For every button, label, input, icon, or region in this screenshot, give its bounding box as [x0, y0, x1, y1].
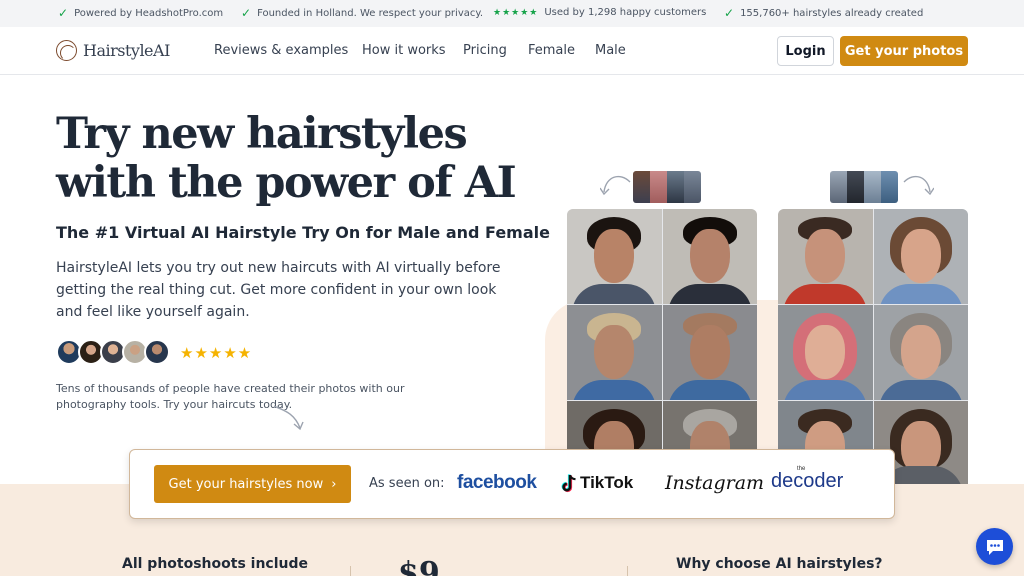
price: $9: [398, 556, 440, 576]
hero-description: HairstyleAI lets you try out new haircut…: [56, 260, 501, 320]
site-header: HairstyleAI Reviews & examples How it wo…: [0, 27, 1024, 75]
social-proof-text: Tens of thousands of people have created…: [56, 382, 405, 411]
trust-item-label: Powered by HeadshotPro.com: [74, 7, 224, 19]
why-choose-heading: Why choose AI hairstyles?: [676, 556, 883, 572]
logo[interactable]: HairstyleAI: [56, 40, 170, 61]
decoder-prefix: the: [797, 466, 806, 472]
trust-item-created: ✓ 155,760+ hairstyles already created: [724, 7, 923, 19]
male-hairstyle-grid: [567, 209, 757, 484]
thumbnail: [864, 171, 881, 203]
curved-arrow-icon: [273, 405, 304, 431]
hairstyle-photo: [873, 305, 968, 400]
rating-stars: ★★★★★: [180, 344, 253, 362]
decoder-label: decoder: [771, 470, 844, 492]
tiktok-label: TikTok: [580, 473, 634, 492]
tiktok-icon: [561, 473, 576, 492]
hairstyle-photo: [873, 209, 968, 304]
thumbnail: [633, 171, 650, 203]
divider: [350, 566, 351, 576]
trust-item-customers: ★★★★★ Used by 1,298 happy customers: [493, 7, 706, 18]
nav-how-it-works[interactable]: How it works: [362, 43, 446, 58]
logo-text: HairstyleAI: [83, 41, 170, 60]
as-seen-on-label: As seen on:: [369, 476, 445, 491]
hairstyle-photo: [662, 209, 757, 304]
check-icon: ✓: [241, 6, 252, 20]
check-icon: ✓: [724, 6, 735, 20]
trust-item-label: Used by 1,298 happy customers: [544, 7, 707, 18]
button-label: Get your hairstyles now: [168, 476, 324, 492]
customer-avatars: [56, 339, 170, 365]
hairstyle-photo: [567, 209, 662, 304]
thumbnail: [650, 171, 667, 203]
hairstyle-photo: [567, 305, 662, 400]
page-title: Try new hairstyles with the power of AI: [56, 110, 536, 208]
nav-pricing[interactable]: Pricing: [463, 43, 507, 58]
trust-bar: ✓ Powered by HeadshotPro.com ✓ Founded i…: [0, 0, 1024, 27]
title-line-2: with the power of AI: [56, 158, 517, 208]
check-icon: ✓: [58, 6, 69, 20]
divider: [627, 566, 628, 576]
thumbnail: [684, 171, 701, 203]
chevron-right-icon: ›: [331, 476, 337, 492]
title-line-1: Try new hairstyles: [56, 109, 468, 159]
curved-arrow-icon: [600, 175, 631, 196]
curved-arrow-icon: [903, 175, 934, 196]
hairstyle-photo: [778, 305, 873, 400]
chat-button[interactable]: [976, 528, 1013, 565]
photoshoots-include-heading: All photoshoots include: [122, 556, 309, 572]
facebook-logo: facebook: [457, 472, 537, 493]
tiktok-logo: TikTok: [561, 473, 633, 493]
hairstyle-photo: [662, 305, 757, 400]
as-seen-on-card: Get your hairstyles now › As seen on: fa…: [129, 449, 895, 519]
trust-item-label: 155,760+ hairstyles already created: [740, 7, 924, 19]
thumbnail: [667, 171, 684, 203]
trust-item-founded: ✓ Founded in Holland. We respect your pr…: [241, 7, 483, 19]
thumbnail: [830, 171, 847, 203]
hero-subtitle: The #1 Virtual AI Hairstyle Try On for M…: [56, 223, 550, 242]
logo-icon: [56, 40, 77, 61]
get-photos-button[interactable]: Get your photos: [840, 36, 968, 66]
decoder-logo: the decoder: [771, 466, 844, 493]
rating-stars: ★★★★★: [493, 7, 539, 18]
female-hairstyle-grid: [778, 209, 968, 484]
login-button[interactable]: Login: [777, 36, 834, 66]
nav-male[interactable]: Male: [595, 43, 626, 58]
female-thumbnails: [830, 171, 898, 203]
nav-female[interactable]: Female: [528, 43, 575, 58]
instagram-logo: Instagram: [665, 472, 765, 494]
hairstyle-photo: [778, 209, 873, 304]
trust-item-powered: ✓ Powered by HeadshotPro.com: [58, 7, 223, 19]
nav-reviews[interactable]: Reviews & examples: [214, 43, 348, 58]
chat-icon: [986, 539, 1003, 555]
male-thumbnails: [633, 171, 701, 203]
get-hairstyles-button[interactable]: Get your hairstyles now ›: [154, 465, 351, 503]
avatar: [144, 339, 170, 365]
trust-item-label: Founded in Holland. We respect your priv…: [257, 7, 484, 19]
thumbnail: [881, 171, 898, 203]
thumbnail: [847, 171, 864, 203]
